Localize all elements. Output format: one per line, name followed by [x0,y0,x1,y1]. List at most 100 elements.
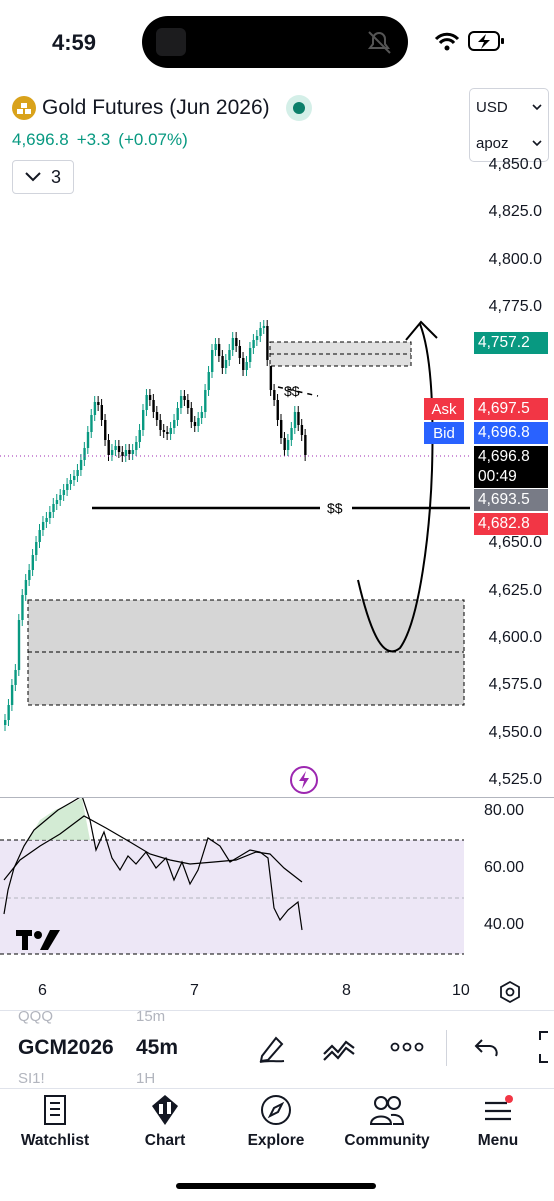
candle-body [211,350,214,372]
candle-body [142,410,145,430]
candle-body [200,412,204,418]
candle-body [297,412,300,425]
undo-icon[interactable] [474,1036,500,1060]
candle-body [190,408,193,422]
tab-chart[interactable]: Chart [115,1094,215,1150]
candle-body [214,344,217,350]
candle-body [273,390,276,400]
oscillator-band [0,840,464,954]
last-price-tag: 4,696.8 00:49 [474,446,548,488]
symbol-header[interactable]: Gold Futures (Jun 2026) [12,94,312,122]
candle-body [155,412,159,420]
candle-body [90,415,93,432]
oscillator-axis-label: 60.00 [483,859,524,876]
chart-icon [152,1095,178,1125]
candle-body [183,396,186,400]
ghost-symbol-below: SI1! [18,1070,45,1087]
price-summary: 4,696.8 +3.3 (+0.07%) [12,130,188,150]
candle-body [280,420,283,438]
candle-body [31,555,34,570]
candle-body [242,358,245,370]
candle-body [41,522,45,530]
candle-body [152,400,155,412]
candle-body [35,542,38,555]
time-axis-label: 6 [38,982,47,999]
price-axis-label: 4,825.0 [488,203,542,221]
candle-body [48,512,52,518]
candle-body [252,340,255,348]
candle-body [97,402,100,405]
market-status-indicator[interactable] [285,95,312,121]
lightning-icon[interactable] [289,765,319,795]
candle-body [76,470,79,476]
currency-value: USD [476,98,508,116]
currency-dropdown[interactable]: USD [470,89,548,125]
bar-countdown: 00:49 [478,468,517,485]
candle-body [224,360,228,368]
tab-explore[interactable]: Explore [226,1094,326,1150]
time-axis-label: 10 [452,982,470,999]
tab-watchlist[interactable]: Watchlist [5,1094,105,1150]
interval-picker[interactable]: 45m [136,1036,178,1060]
more-icon[interactable] [390,1040,424,1054]
price-axis-label: 4,775.0 [488,297,542,315]
candle-body [121,452,124,456]
candle-body [73,476,76,480]
drawing-pen-icon[interactable] [256,1032,288,1064]
price-change-pct: (+0.07%) [118,130,188,149]
level-tag-1: 4,693.5 [474,489,548,511]
candle-body [262,326,266,328]
price-axis-label: 4,550.0 [488,723,542,741]
fullscreen-icon[interactable] [536,1030,554,1064]
candle-body [231,338,235,350]
tab-label: Menu [477,1132,519,1149]
candle-body [238,346,241,358]
candle-body [28,570,31,580]
last-price-value: 4,696.8 [478,448,530,465]
tab-community[interactable]: Community [337,1094,437,1150]
symbol-picker[interactable]: GCM2026 [18,1036,114,1060]
candle-body [21,595,24,620]
candle-body [24,580,28,595]
ghost-interval-above: 15m [136,1008,166,1025]
tab-label: Community [344,1132,430,1149]
candle-body [104,420,107,440]
candle-body [69,480,72,484]
candle-body [266,326,269,360]
candle-body [55,500,59,504]
candle-body [228,350,231,360]
level-tag-2: 4,682.8 [474,513,548,535]
price-axis-label: 4,575.0 [488,676,542,694]
ask-label: Ask [424,398,464,420]
candle-body [283,438,286,450]
candle-body [204,390,207,412]
indicators-icon[interactable] [322,1034,356,1062]
oscillator-pane[interactable] [0,798,464,958]
last-price: 4,696.8 [12,130,69,149]
candle-body [186,400,190,408]
candle-body [14,670,17,685]
liquidity-label-lower: $$ [327,500,343,516]
tab-menu[interactable]: Menu [448,1094,548,1150]
candle-body [107,440,110,455]
price-chart[interactable]: $$ $$ [0,150,470,790]
community-icon [369,1096,405,1125]
bid-label: Bid [424,422,464,444]
candle-body [128,450,131,454]
candle-body [221,356,224,368]
home-indicator[interactable] [176,1183,376,1189]
candle-body [83,448,86,460]
candle-body [114,446,117,450]
tab-label: Watchlist [20,1132,90,1149]
wifi-icon [434,32,460,51]
price-axis-label: 4,600.0 [488,629,542,646]
candle-body [148,395,152,400]
symbol-title[interactable]: Gold Futures (Jun 2026) [42,96,270,120]
axis-settings-icon[interactable] [498,980,522,1004]
candle-body [52,504,55,512]
candle-body [248,348,252,362]
candle-body [159,420,162,430]
price-axis-label: 4,525.0 [488,770,542,788]
candle-body [38,530,41,542]
oscillator-axis-label: 40.00 [483,916,524,933]
